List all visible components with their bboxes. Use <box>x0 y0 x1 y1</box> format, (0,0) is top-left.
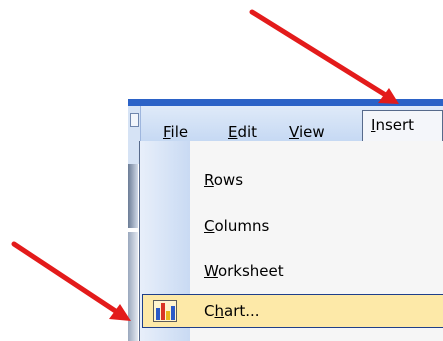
menu-item-columns[interactable]: Columns <box>204 216 269 236</box>
menu-item-rows[interactable]: Rows <box>204 170 243 190</box>
insert-dropdown-menu: Rows Columns Worksheet Chart... <box>139 141 443 341</box>
menu-edit[interactable]: Edit <box>228 122 257 142</box>
window-edge-fragment <box>128 232 138 341</box>
menu-item-worksheet[interactable]: Worksheet <box>204 261 284 281</box>
menu-item-chart-highlight[interactable] <box>142 294 443 328</box>
menu-file[interactable]: File <box>163 122 188 142</box>
arrow-to-insert-menu <box>249 9 395 102</box>
toolbar-icon-fragment <box>130 113 139 127</box>
menu-item-chart[interactable]: Chart... <box>204 301 260 321</box>
menu-view[interactable]: View <box>289 122 325 142</box>
chart-icon <box>153 300 177 322</box>
menu-insert[interactable]: Insert <box>362 110 443 141</box>
arrow-to-chart-item <box>11 241 126 319</box>
